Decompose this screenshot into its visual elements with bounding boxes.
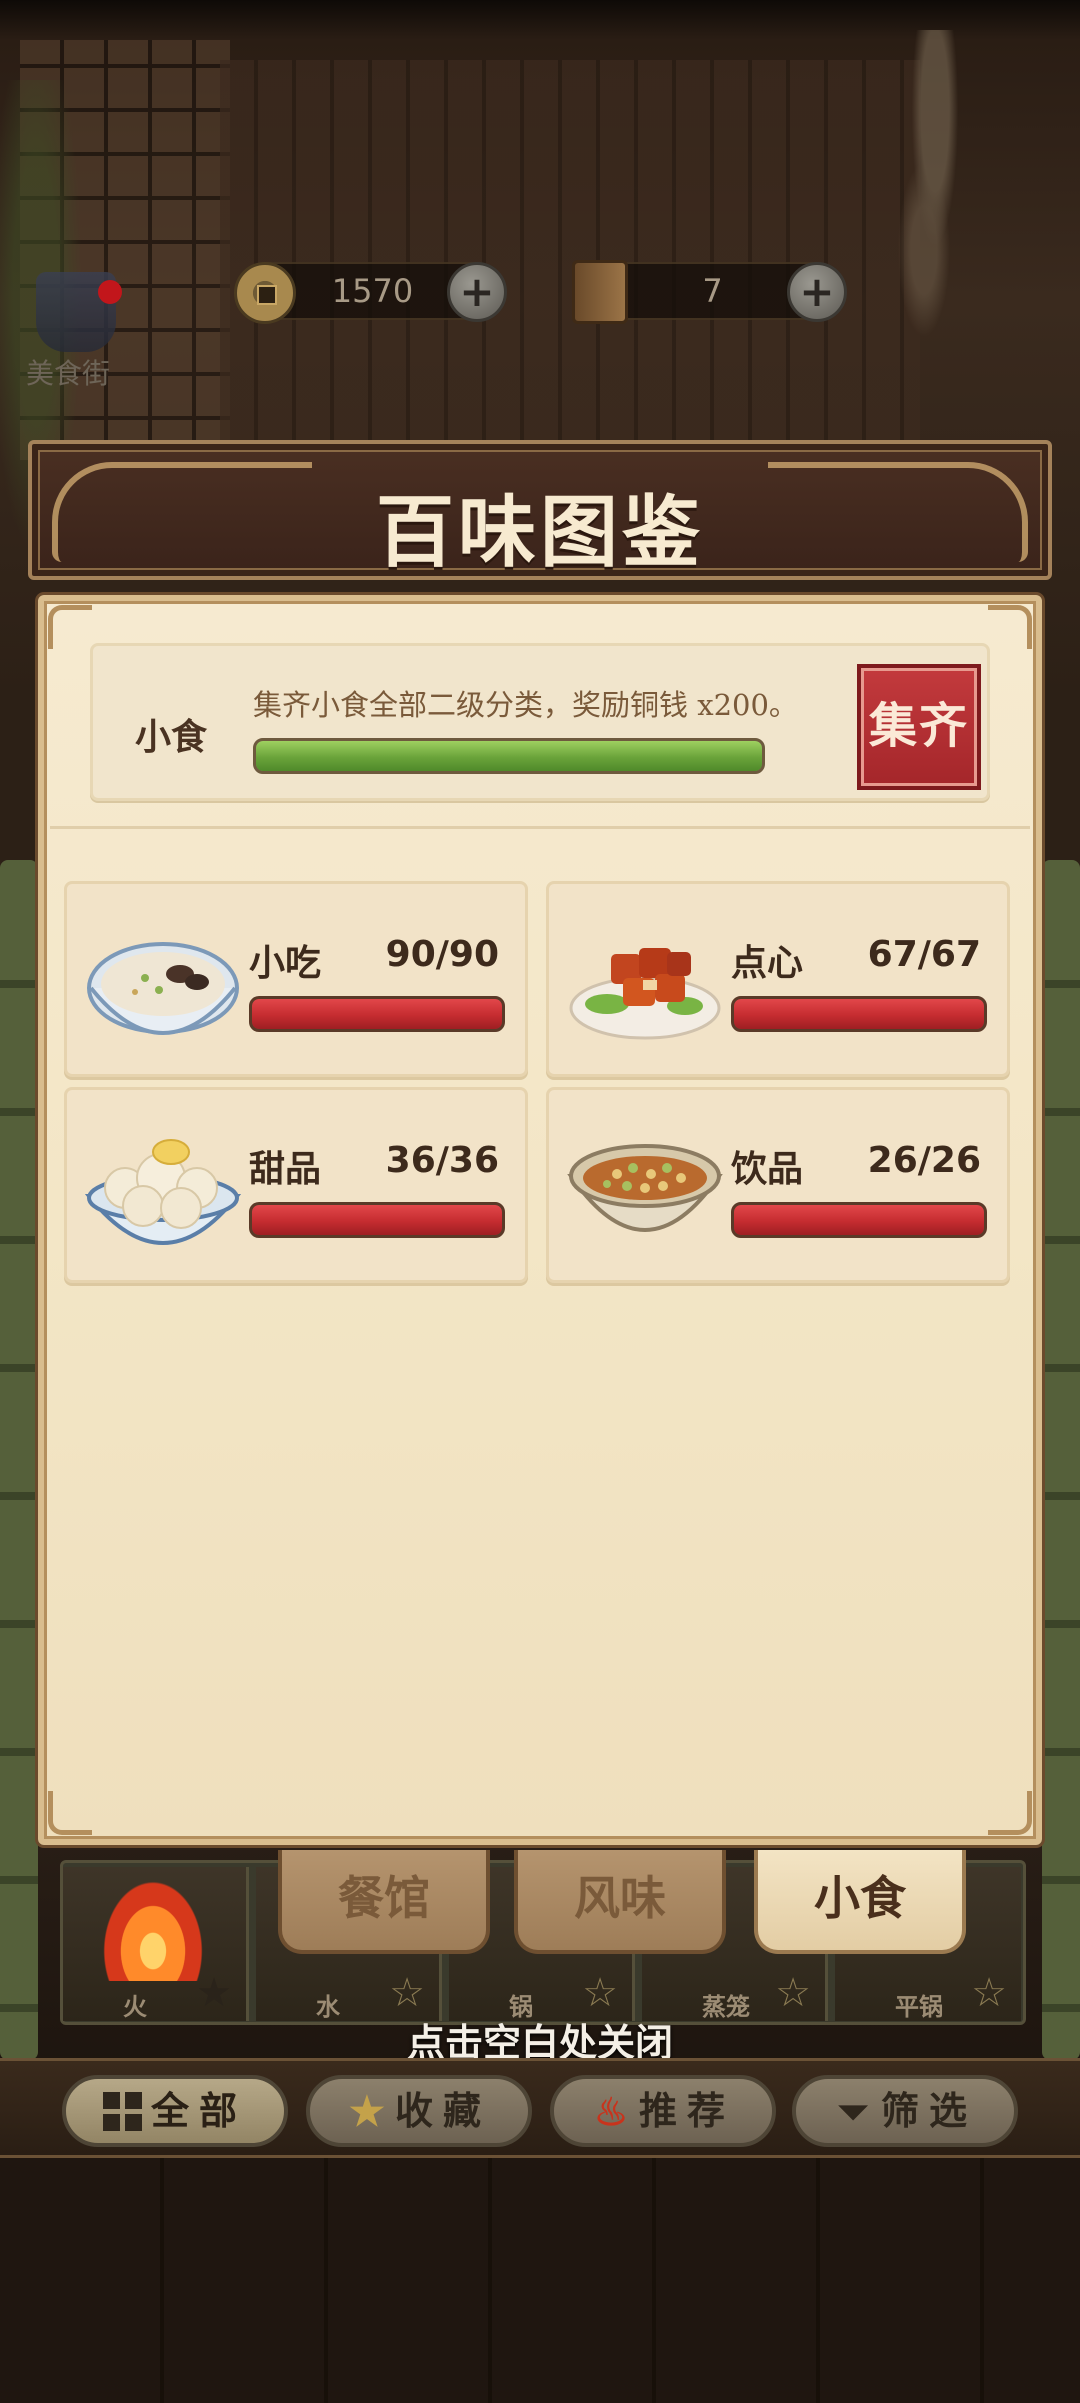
notification-dot bbox=[98, 280, 122, 304]
street-label: 美食街 bbox=[26, 357, 111, 390]
category-card-drink[interactable]: 饮品 26/26 bbox=[546, 1087, 1010, 1283]
star-icon[interactable]: ★ bbox=[196, 1973, 232, 2013]
funnel-icon: ⏷ bbox=[837, 2088, 869, 2134]
collect-description: 集齐小食全部二级分类，奖励铜钱 x200。 bbox=[253, 688, 798, 722]
star-icon[interactable]: ☆ bbox=[971, 1973, 1007, 2013]
star-icon[interactable]: ☆ bbox=[775, 1973, 811, 2013]
filter-label: 筛选 bbox=[880, 2088, 977, 2133]
collect-category-label: 小食 bbox=[135, 716, 208, 758]
category-progress-fill bbox=[252, 999, 502, 1029]
category-progress-fill bbox=[734, 1205, 984, 1235]
collection-panel: 小食 集齐小食全部二级分类，奖励铜钱 x200。 集齐 小吃 90/90 点心 … bbox=[38, 595, 1042, 1845]
star-icon[interactable]: ☆ bbox=[389, 1973, 425, 2013]
category-count: 36/36 bbox=[385, 1140, 499, 1181]
bamboo-pole-left bbox=[0, 860, 38, 2060]
copper-coin-icon bbox=[234, 262, 296, 324]
flame-icon: ♨ bbox=[593, 2088, 629, 2134]
add-coins-button[interactable]: + bbox=[447, 262, 507, 322]
category-count: 67/67 bbox=[867, 934, 981, 975]
collect-progress-bar bbox=[253, 738, 765, 774]
category-count: 90/90 bbox=[385, 934, 499, 975]
dumplings-bowl-icon bbox=[85, 1139, 241, 1245]
collect-progress-fill bbox=[256, 741, 762, 771]
category-name: 甜品 bbox=[249, 1148, 322, 1190]
method-fire[interactable]: 火 ★ bbox=[63, 1867, 249, 2021]
filter-all-button[interactable]: 全部 bbox=[62, 2075, 288, 2147]
tab-snack[interactable]: 小食 bbox=[754, 1850, 966, 1954]
category-card-snack[interactable]: 小吃 90/90 bbox=[64, 881, 528, 1077]
corner-ornament-icon bbox=[988, 1791, 1032, 1835]
filter-recommend-button[interactable]: ♨ 推荐 bbox=[550, 2075, 776, 2147]
corner-ornament-icon bbox=[988, 605, 1032, 649]
filter-label: 全部 bbox=[150, 2088, 247, 2133]
category-progress-bar bbox=[731, 1202, 987, 1238]
filter-screen-button[interactable]: ⏷ 筛选 bbox=[792, 2075, 1018, 2147]
category-count: 26/26 bbox=[867, 1140, 981, 1181]
category-name: 饮品 bbox=[731, 1148, 804, 1190]
category-card-dessert[interactable]: 甜品 36/36 bbox=[64, 1087, 528, 1283]
tab-flavor[interactable]: 风味 bbox=[514, 1850, 726, 1954]
coin-value: 1570 bbox=[331, 272, 414, 310]
page-title: 百味图鉴 bbox=[375, 487, 704, 578]
category-progress-fill bbox=[734, 999, 984, 1029]
braised-pork-plate-icon bbox=[569, 948, 721, 1040]
divider bbox=[50, 826, 1030, 829]
coin-counter: 1570 + bbox=[234, 262, 507, 324]
corner-ornament-icon bbox=[48, 605, 92, 649]
book-counter: 7 + bbox=[572, 260, 847, 324]
corner-ornament-icon bbox=[48, 1791, 92, 1835]
fire-icon bbox=[103, 1881, 203, 1981]
filter-favorites-button[interactable]: ★ 收藏 bbox=[306, 2075, 532, 2147]
food-street-button[interactable]: 美食街 bbox=[26, 272, 126, 392]
category-name: 点心 bbox=[731, 942, 804, 984]
book-value: 7 bbox=[702, 272, 723, 310]
category-progress-fill bbox=[252, 1205, 502, 1235]
background-wall bbox=[220, 60, 920, 460]
category-card-pastry[interactable]: 点心 67/67 bbox=[546, 881, 1010, 1077]
collect-reward-card: 小食 集齐小食全部二级分类，奖励铜钱 x200。 集齐 bbox=[90, 643, 990, 801]
bottom-filter-bar: 全部 ★ 收藏 ♨ 推荐 ⏷ 筛选 bbox=[0, 2058, 1080, 2158]
bamboo-pole-right bbox=[1042, 860, 1080, 2060]
title-banner: 百味图鉴 bbox=[28, 440, 1052, 580]
category-progress-bar bbox=[249, 996, 505, 1032]
star-icon: ★ bbox=[349, 2087, 385, 2135]
background-floor bbox=[0, 2150, 1080, 2403]
category-progress-bar bbox=[249, 1202, 505, 1238]
bean-soup-bowl-icon bbox=[567, 1144, 723, 1232]
star-icon[interactable]: ☆ bbox=[582, 1973, 618, 2013]
congee-bowl-icon bbox=[87, 942, 239, 1035]
collect-button[interactable]: 集齐 bbox=[857, 664, 981, 790]
recipe-book-icon bbox=[572, 260, 628, 324]
grid-icon bbox=[102, 2091, 143, 2132]
filter-label: 收藏 bbox=[394, 2088, 491, 2133]
background-garlic bbox=[880, 30, 990, 430]
category-name: 小吃 bbox=[249, 942, 322, 984]
filter-label: 推荐 bbox=[638, 2088, 735, 2133]
category-progress-bar bbox=[731, 996, 987, 1032]
add-books-button[interactable]: + bbox=[787, 262, 847, 322]
tab-restaurant[interactable]: 餐馆 bbox=[278, 1850, 490, 1954]
